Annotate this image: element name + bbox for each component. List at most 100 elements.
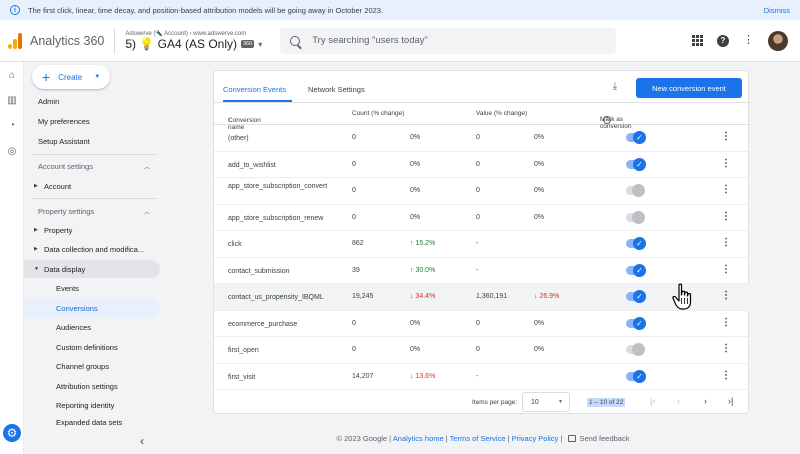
nav-custom-definitions[interactable]: Custom definitions [24,338,160,356]
table-row[interactable]: app_store_subscription_convert 0 0% 0 0% ⋮ [214,178,750,205]
mark-as-conversion-toggle[interactable]: ✓ [626,131,646,144]
nav-channel-groups[interactable]: Channel groups [24,357,160,375]
nav-section-account-settings[interactable]: Account settings ︿ [24,157,160,175]
explore-icon[interactable]: ◔ [6,120,18,132]
row-more-icon[interactable]: ⋮ [721,344,731,354]
row-more-icon[interactable]: ⋮ [721,291,731,301]
info-icon: i [10,5,20,15]
row-more-icon[interactable]: ⋮ [721,317,731,328]
nav-attribution-settings[interactable]: Attribution settings [24,377,160,395]
table-row[interactable]: contact_us_propensity_IBQML 19,245 ↓ 34.4%… [214,284,750,311]
mark-as-conversion-toggle[interactable]: ✓ [626,237,646,250]
home-icon[interactable]: ⌂ [6,70,18,82]
value-value: - [476,240,479,247]
expand-arrow-icon: ▶ [34,183,38,189]
chevron-up-icon: ︿ [143,164,150,171]
row-more-icon[interactable]: ⋮ [721,132,731,142]
nav-divider [32,154,158,155]
tab-conversion-events[interactable]: Conversion Events [223,85,286,94]
send-feedback-link[interactable]: Send feedback [579,434,629,443]
last-page-icon[interactable]: ›| [728,396,733,406]
column-header-value[interactable]: Value (% change) [476,110,527,117]
nav-admin-label: Admin [38,96,60,106]
row-more-icon[interactable]: ⋮ [721,158,731,169]
nav-setup-assistant[interactable]: Setup Assistant [24,132,160,150]
row-more-icon[interactable]: ⋮ [721,185,731,195]
nav-data-collection[interactable]: ▶ Data collection and modifica... [24,240,160,258]
nav-audiences[interactable]: Audiences [24,318,160,336]
active-tab-indicator [223,100,292,102]
more-vert-icon[interactable]: ⋮ [743,35,754,46]
search-placeholder: Try searching "users today" [312,35,428,46]
table-row[interactable]: first_visit 14,207 ↓ 13.6% - ✓ ⋮ [214,364,750,390]
download-icon[interactable]: ⤓ [609,81,621,93]
nav-section-property-settings[interactable]: Property settings ︿ [24,202,160,220]
help-icon[interactable]: ? [717,34,729,47]
mark-as-conversion-toggle[interactable]: ✓ [626,263,646,277]
mark-as-conversion-toggle[interactable] [626,343,645,356]
tab-network-settings[interactable]: Network Settings [308,85,365,94]
admin-gear-icon[interactable]: ⚙ [3,424,21,442]
banner-text: The first click, linear, time decay, and… [28,5,384,15]
value-value: 0 [476,134,480,141]
create-button[interactable]: + Create ▼ [32,65,110,89]
mark-as-conversion-toggle[interactable] [626,210,645,224]
feedback-icon[interactable] [568,435,577,442]
table-row[interactable]: app_store_subscription_renew 0 0% 0 0% ⋮ [214,205,750,231]
nav-reporting-identity[interactable]: Reporting identity [24,396,160,414]
new-conversion-event-button[interactable]: New conversion event [636,78,742,98]
row-more-icon[interactable]: ⋮ [721,370,731,381]
terms-link[interactable]: Terms of Service [450,434,506,443]
dismiss-button[interactable]: Dismiss [764,6,790,15]
value-change: 0% [534,160,545,168]
mark-as-conversion-toggle[interactable]: ✓ [626,290,646,303]
row-more-icon[interactable]: ⋮ [721,211,731,222]
analytics-logo-icon[interactable] [8,32,22,49]
table-row[interactable]: (other) 0 0% 0 0% ✓ ⋮ [214,125,750,152]
apps-grid-icon[interactable] [692,35,703,46]
table-row[interactable]: click 862 ↑ 15.2% - ✓ ⋮ [214,231,750,258]
table-row[interactable]: ecommerce_purchase 0 0% 0 0% ✓ ⋮ [214,311,750,337]
row-more-icon[interactable]: ⋮ [721,238,731,248]
page-range: 1 – 10 of 22 [587,398,626,407]
nav-expanded-data-sets[interactable]: Expanded data sets [24,415,160,429]
mark-as-conversion-toggle[interactable]: ✓ [626,369,646,383]
mark-as-conversion-toggle[interactable]: ✓ [626,316,646,330]
previous-page-icon[interactable]: ‹ [677,396,680,406]
first-page-icon[interactable]: |‹ [650,396,655,406]
nav-account[interactable]: ▶ Account [24,177,160,195]
analytics-home-link[interactable]: Analytics home [393,434,444,443]
row-more-icon[interactable]: ⋮ [721,264,731,275]
nav-property[interactable]: ▶ Property [24,221,160,239]
help-icon[interactable]: ? [603,116,611,124]
nav-admin[interactable]: Admin [24,92,160,110]
property-selector[interactable]: Adswerve (🔦 Account) › www.adswerve.com … [125,30,262,51]
reports-icon[interactable]: ▥ [6,95,18,107]
privacy-link[interactable]: Privacy Policy [512,434,559,443]
search-icon [290,35,301,46]
collapse-nav-icon[interactable]: ‹ [140,434,144,448]
nav-events[interactable]: Events [24,279,160,297]
mark-as-conversion-toggle[interactable]: ✓ [626,157,646,171]
arrow-up-icon: ↑ [410,240,414,247]
paginator: Items per page: 10 ▼ 1 – 10 of 22 |‹ ‹ ›… [214,389,750,415]
advertising-icon[interactable]: ◎ [6,146,18,158]
nav-sub-label: Conversions [56,303,98,313]
nav-data-display[interactable]: ▼ Data display [24,260,160,278]
nav-conversions[interactable]: Conversions [24,299,160,317]
avatar[interactable] [768,30,788,51]
conversion-name: contact_us_propensity_IBQML [228,294,324,301]
table-row[interactable]: contact_submission 39 ↑ 30.0% - ✓ ⋮ [214,258,750,284]
toggle-knob [632,184,645,197]
search-input[interactable]: Try searching "users today" [280,27,617,54]
header-icons: ? ⋮ [692,30,788,51]
nav-my-preferences[interactable]: My preferences [24,112,160,130]
next-page-icon[interactable]: › [704,396,707,406]
expand-arrow-icon: ▶ [34,227,38,233]
column-header-count[interactable]: Count (% change) [352,110,404,117]
property-name: 5) 💡 GA4 (AS Only) [125,37,237,51]
table-row[interactable]: first_open 0 0% 0 0% ⋮ [214,337,750,364]
mark-as-conversion-toggle[interactable] [626,184,645,197]
items-per-page-select[interactable]: 10 ▼ [522,392,570,412]
table-row[interactable]: add_to_wishlist 0 0% 0 0% ✓ ⋮ [214,152,750,178]
